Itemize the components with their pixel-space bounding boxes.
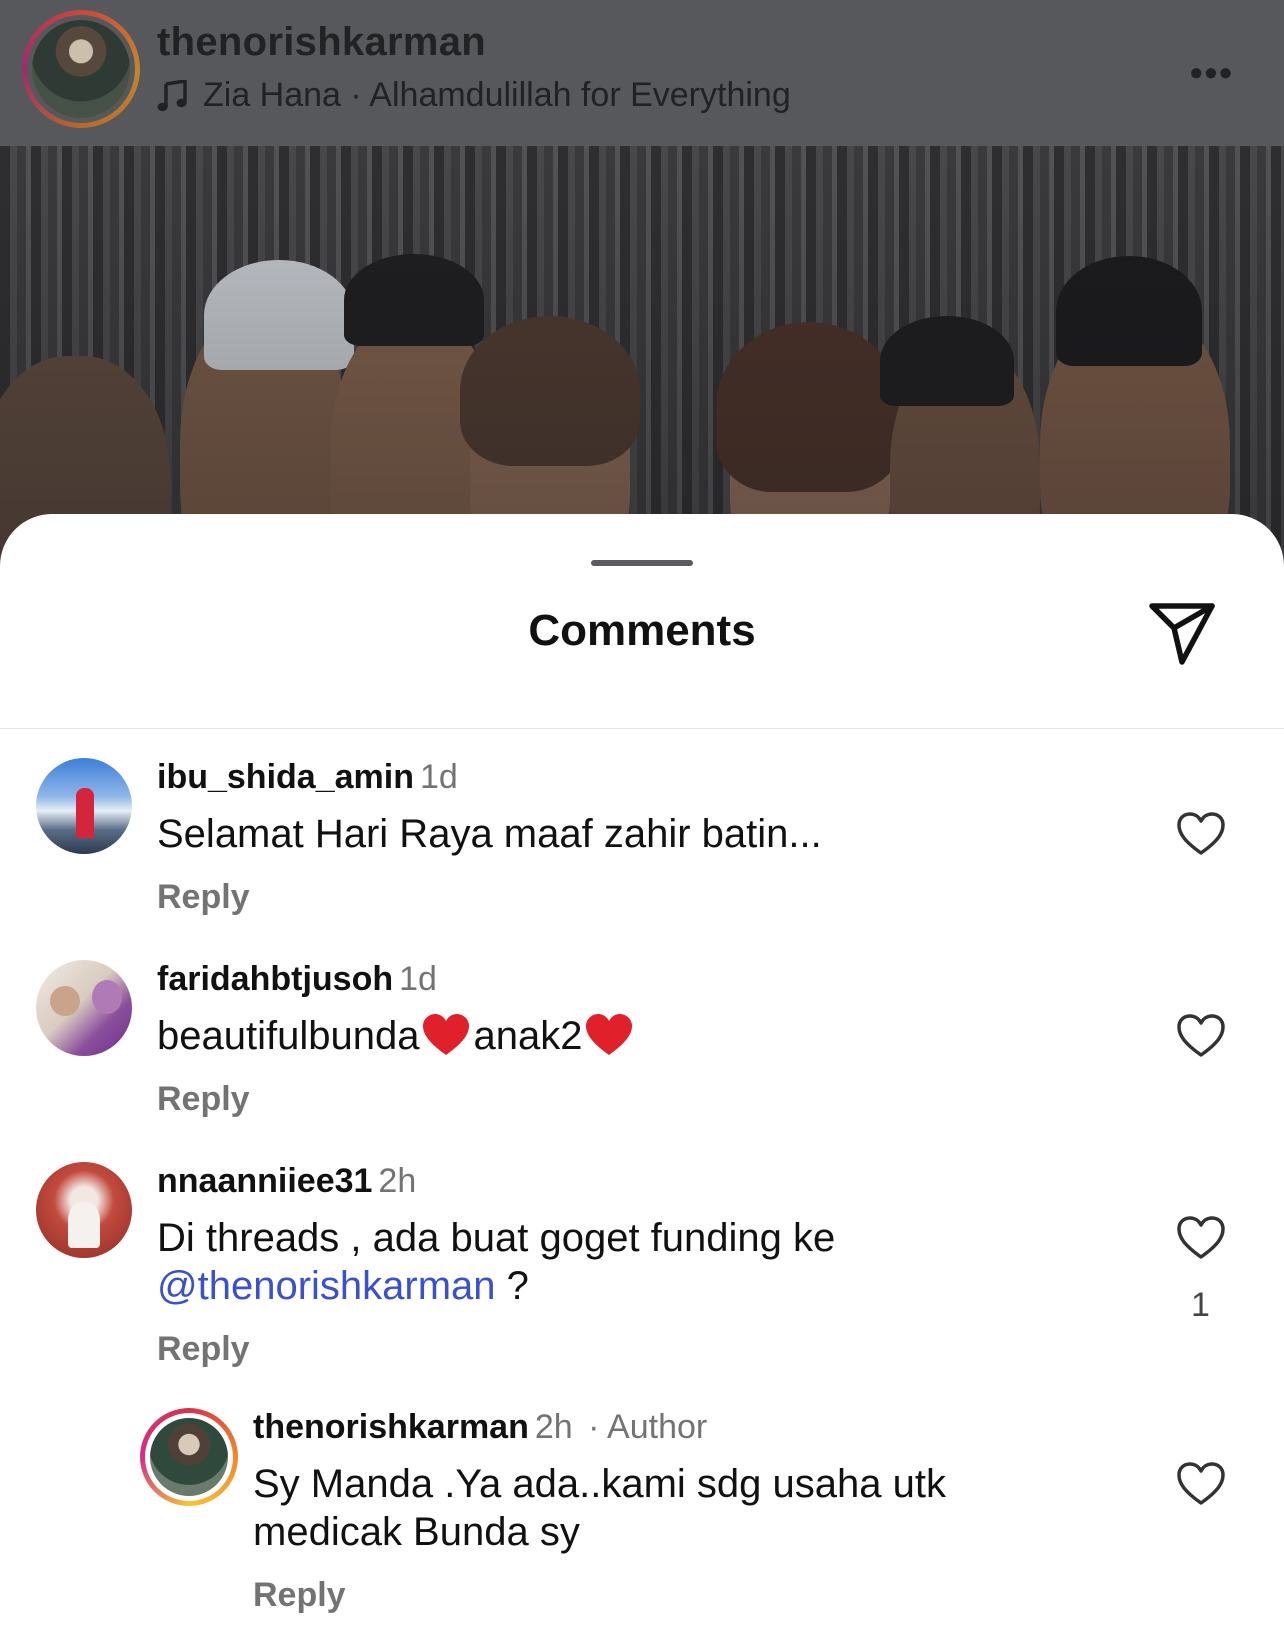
comment-time: 2h bbox=[534, 1408, 573, 1446]
reply-button[interactable]: Reply bbox=[157, 878, 250, 917]
heart-outline-icon[interactable] bbox=[1176, 1216, 1226, 1260]
red-heart-emoji bbox=[586, 1014, 633, 1055]
comment-username[interactable]: ibu_shida_amin bbox=[157, 758, 414, 796]
music-note-icon bbox=[157, 79, 187, 111]
comment-text: Di threads , ada buat goget funding ke bbox=[157, 1216, 836, 1260]
red-heart-emoji bbox=[423, 1014, 470, 1055]
post-header: thenorishkarman Zia Hana · Alhamdulillah… bbox=[0, 0, 1284, 146]
comment-username[interactable]: thenorishkarman bbox=[253, 1408, 529, 1446]
comment-text: @thenorishkarman ? bbox=[157, 1262, 529, 1310]
comment-text-part: anak2 bbox=[473, 1014, 583, 1058]
comment-text: Selamat Hari Raya maaf zahir batin... bbox=[157, 812, 822, 856]
header-divider bbox=[0, 728, 1284, 729]
comment-text-part: ? bbox=[495, 1264, 529, 1308]
comment-text: beautifulbunda anak2 bbox=[157, 1012, 636, 1060]
heart-outline-icon[interactable] bbox=[1176, 1014, 1226, 1058]
avatar[interactable] bbox=[36, 1162, 132, 1258]
meta-separator: · bbox=[578, 1408, 608, 1446]
reply-button[interactable]: Reply bbox=[253, 1576, 346, 1615]
heart-outline-icon[interactable] bbox=[1176, 812, 1226, 856]
comment-time: 1d bbox=[399, 960, 437, 998]
author-badge: Author bbox=[607, 1408, 708, 1446]
comment-text: medicak Bunda sy bbox=[253, 1510, 580, 1554]
comment-username[interactable]: nnaanniiee31 bbox=[157, 1162, 372, 1200]
heart-outline-icon[interactable] bbox=[1176, 1462, 1226, 1506]
reply-button[interactable]: Reply bbox=[157, 1080, 250, 1119]
music-info[interactable]: Zia Hana · Alhamdulillah for Everything bbox=[157, 76, 791, 115]
avatar[interactable] bbox=[140, 1408, 238, 1506]
comment-time: 1d bbox=[419, 758, 458, 796]
comment-text: Sy Manda .Ya ada..kami sdg usaha utk bbox=[253, 1462, 946, 1506]
sheet-grabber[interactable] bbox=[591, 560, 693, 566]
comment-username[interactable]: faridahbtjusoh bbox=[157, 960, 393, 998]
mention-link[interactable]: @thenorishkarman bbox=[157, 1264, 496, 1308]
avatar[interactable] bbox=[36, 758, 132, 854]
comment-time: 2h bbox=[378, 1162, 417, 1200]
avatar[interactable] bbox=[36, 960, 132, 1056]
like-count: 1 bbox=[1191, 1286, 1210, 1324]
comment-text-part: beautifulbunda bbox=[157, 1014, 420, 1058]
sheet-title: Comments bbox=[528, 606, 756, 655]
music-track-label: Zia Hana · Alhamdulillah for Everything bbox=[203, 76, 791, 114]
header-username[interactable]: thenorishkarman bbox=[157, 20, 486, 65]
reply-button[interactable]: Reply bbox=[157, 1330, 250, 1369]
more-options-icon[interactable]: ••• bbox=[1190, 52, 1234, 94]
profile-avatar[interactable] bbox=[22, 10, 140, 128]
comments-sheet: Comments ibu_shida_amin 1d Selamat Hari R… bbox=[0, 514, 1284, 1631]
send-icon[interactable] bbox=[1148, 600, 1218, 666]
